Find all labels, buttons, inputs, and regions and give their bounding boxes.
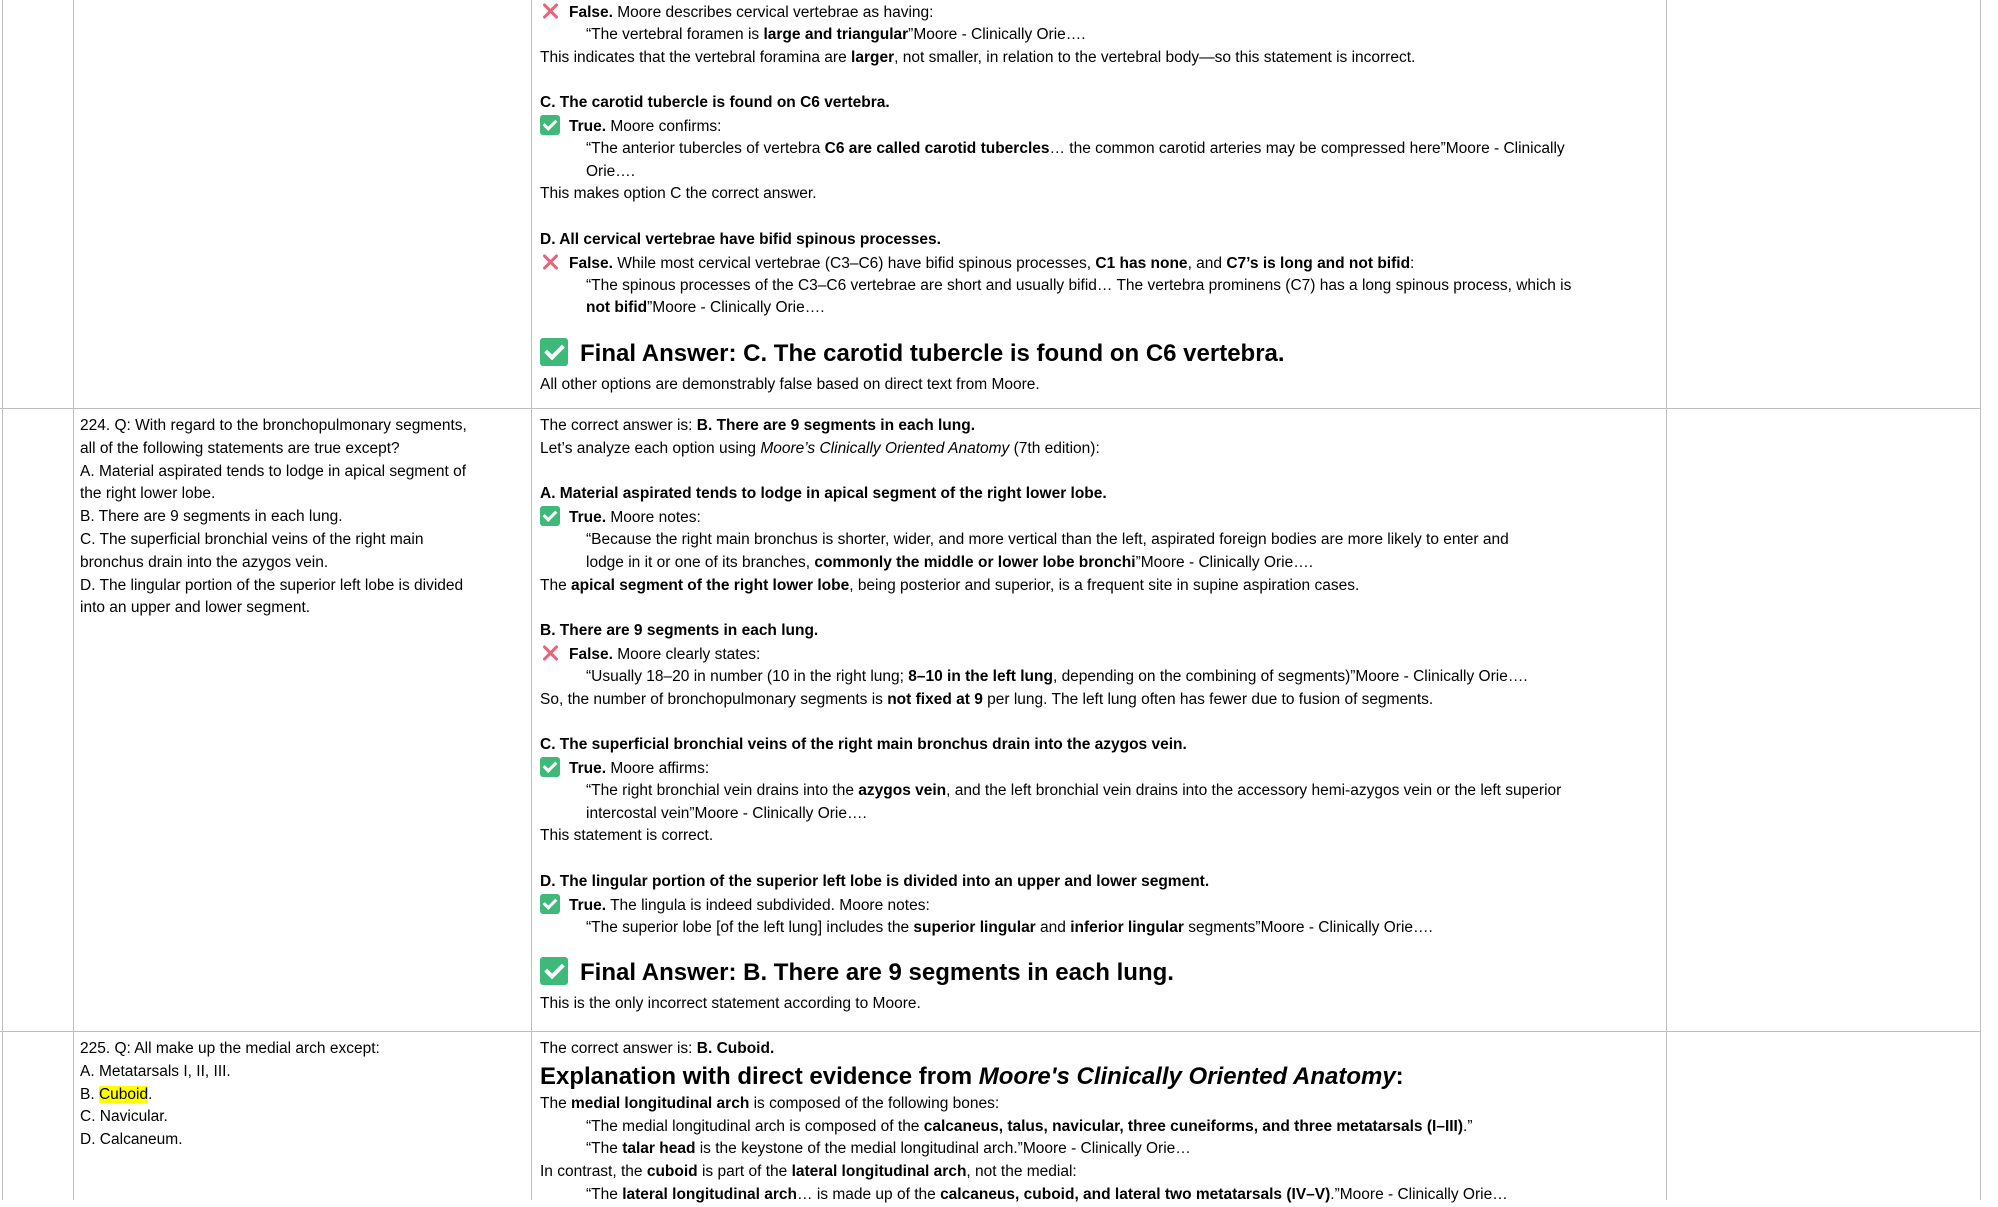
column-border xyxy=(1666,0,1667,1200)
option-heading: A. Material aspirated tends to lodge in … xyxy=(540,485,1107,503)
option-heading: B. There are 9 segments in each lung. xyxy=(540,622,819,640)
quote: “The talar head is the keystone of the m… xyxy=(586,1140,1191,1158)
question-line: C. Navicular. xyxy=(80,1108,168,1126)
quote: “Because the right main bronchus is shor… xyxy=(586,530,1509,548)
note: All other options are demonstrably false… xyxy=(540,376,1040,394)
question-line: bronchus drain into the azygos vein. xyxy=(80,553,329,571)
row-border xyxy=(0,1031,1980,1032)
note: This indicates that the vertebral forami… xyxy=(540,48,1416,66)
correct-answer: The correct answer is: B. Cuboid. xyxy=(540,1040,775,1057)
intro: Let’s analyze each option using Moore’s … xyxy=(540,439,1100,457)
quote: “The spinous processes of the C3–C6 vert… xyxy=(586,276,1572,294)
check-mark-icon xyxy=(540,756,560,777)
question-line: B. There are 9 segments in each lung. xyxy=(80,508,343,526)
final-answer-heading: Final Answer: B. There are 9 segments in… xyxy=(540,953,1660,993)
option-verdict: True. Moore affirms: xyxy=(540,756,1660,780)
note: The medial longitudinal arch is composed… xyxy=(540,1094,1000,1112)
note: This statement is correct. xyxy=(540,827,714,845)
cross-mark-icon xyxy=(540,252,560,272)
question-line: 224. Q: With regard to the bronchopulmon… xyxy=(80,417,467,434)
quote: “The medial longitudinal arch is compose… xyxy=(586,1117,1473,1135)
quote: intercostal vein”Moore - Clinically Orie… xyxy=(586,804,867,822)
question-line: D. Calcaneum. xyxy=(80,1131,183,1149)
spreadsheet-grid: False. Moore describes cervical vertebra… xyxy=(0,0,1998,1203)
cross-mark-icon xyxy=(540,643,560,663)
quote: Orie…. xyxy=(586,162,636,180)
cross-mark-icon xyxy=(540,1,560,21)
column-border xyxy=(73,0,74,1200)
question-line: into an upper and lower segment. xyxy=(80,599,311,617)
note: The apical segment of the right lower lo… xyxy=(540,576,1360,594)
option-verdict: True. The lingula is indeed subdivided. … xyxy=(540,893,1660,917)
option-verdict: True. Moore notes: xyxy=(540,506,1660,529)
question-cell-224[interactable]: 224. Q: With regard to the bronchopulmon… xyxy=(80,415,512,620)
option-verdict: False. While most cervical vertebrae (C3… xyxy=(540,252,1660,275)
question-line: A. Metatarsals I, II, III. xyxy=(80,1062,231,1080)
check-mark-icon xyxy=(540,893,560,914)
quote: lodge in it or one of its branches, comm… xyxy=(586,553,1313,571)
question-line: the right lower lobe. xyxy=(80,485,216,503)
note: This is the only incorrect statement acc… xyxy=(540,995,921,1013)
answer-cell-223[interactable]: False. Moore describes cervical vertebra… xyxy=(540,1,1660,397)
check-mark-icon xyxy=(540,338,568,367)
explanation-heading: Explanation with direct evidence from Mo… xyxy=(540,1062,1404,1090)
check-mark-icon xyxy=(540,114,560,135)
option-verdict: True. Moore confirms: xyxy=(540,114,1660,138)
note: In contrast, the cuboid is part of the l… xyxy=(540,1163,1077,1181)
option-heading: C. The carotid tubercle is found on C6 v… xyxy=(540,94,890,112)
question-line: D. The lingular portion of the superior … xyxy=(80,576,464,594)
question-line: all of the following statements are true… xyxy=(80,439,400,457)
quote: “The lateral longitudinal arch… is made … xyxy=(586,1185,1508,1203)
option-verdict: False. Moore describes cervical vertebra… xyxy=(540,1,1660,24)
question-cell-225[interactable]: 225. Q: All make up the medial arch exce… xyxy=(80,1038,512,1152)
answer-cell-225[interactable]: The correct answer is: B. Cuboid. Explan… xyxy=(540,1038,1660,1207)
check-mark-icon xyxy=(540,957,568,986)
question-line: B. Cuboid. xyxy=(80,1085,153,1103)
quote: “The vertebral foramen is large and tria… xyxy=(586,25,1086,43)
question-line: 225. Q: All make up the medial arch exce… xyxy=(80,1040,380,1057)
quote: “The anterior tubercles of vertebra C6 a… xyxy=(586,139,1565,157)
column-border xyxy=(1980,0,1981,1200)
answer-cell-224[interactable]: The correct answer is: B. There are 9 se… xyxy=(540,415,1660,1016)
column-border xyxy=(531,0,532,1200)
column-border xyxy=(2,0,3,1200)
quote: not bifid”Moore - Clinically Orie…. xyxy=(586,299,825,317)
quote: “The superior lobe [of the left lung] in… xyxy=(586,918,1433,936)
note: So, the number of bronchopulmonary segme… xyxy=(540,690,1434,708)
correct-answer: The correct answer is: B. There are 9 se… xyxy=(540,417,976,434)
note: This makes option C the correct answer. xyxy=(540,185,817,203)
quote: “The right bronchial vein drains into th… xyxy=(586,781,1562,799)
check-mark-icon xyxy=(540,506,560,527)
option-heading: C. The superficial bronchial veins of th… xyxy=(540,736,1187,754)
quote: “Usually 18–20 in number (10 in the righ… xyxy=(586,667,1528,685)
row-border xyxy=(0,408,1980,409)
final-answer-heading: Final Answer: C. The carotid tubercle is… xyxy=(540,334,1660,374)
option-heading: D. All cervical vertebrae have bifid spi… xyxy=(540,230,941,248)
question-line: A. Material aspirated tends to lodge in … xyxy=(80,462,467,480)
question-line: C. The superficial bronchial veins of th… xyxy=(80,530,424,548)
option-heading: D. The lingular portion of the superior … xyxy=(540,872,1210,890)
option-verdict: False. Moore clearly states: xyxy=(540,643,1660,666)
highlighted-word: Cuboid xyxy=(98,1085,149,1103)
